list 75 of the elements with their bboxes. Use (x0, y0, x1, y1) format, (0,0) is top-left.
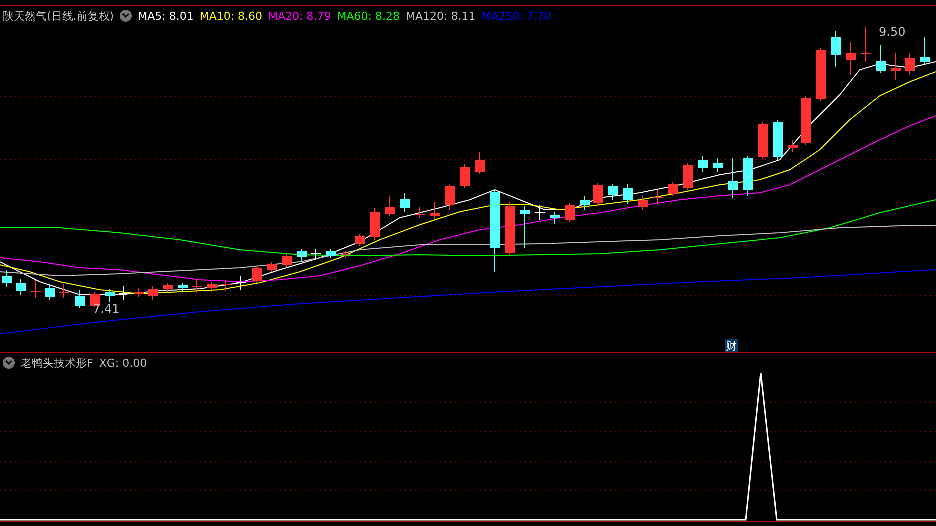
indicator-value: MA250: 7.70 (482, 10, 552, 22)
candle (148, 286, 158, 300)
chevron-icon[interactable] (3, 357, 15, 369)
candle (801, 96, 811, 146)
candle (2, 270, 12, 288)
candle (816, 48, 826, 102)
candle (475, 152, 485, 174)
candle (728, 158, 738, 198)
candle (75, 290, 85, 308)
candle (236, 276, 246, 290)
indicator-title: 老鸭头技术形F (21, 356, 94, 370)
candle (758, 122, 768, 160)
candle (45, 284, 55, 300)
candle (846, 42, 856, 76)
candle (267, 262, 277, 272)
candle (623, 184, 633, 204)
candle (773, 120, 783, 160)
candle (788, 140, 798, 152)
candle (920, 36, 930, 64)
candle (355, 234, 365, 246)
candle (608, 184, 618, 200)
indicator-value: MA5: 8.01 (138, 10, 194, 22)
candle (698, 156, 708, 172)
candle (891, 52, 901, 80)
candle (743, 156, 753, 196)
chevron-icon[interactable] (120, 10, 132, 22)
indicator-value: MA120: 8.11 (406, 10, 476, 22)
candle (221, 280, 231, 292)
candle (415, 206, 425, 218)
candle (134, 288, 144, 298)
candle (535, 204, 545, 220)
candle (683, 162, 693, 190)
candle (905, 52, 915, 76)
candle (385, 196, 395, 216)
candle (178, 282, 188, 292)
candle (831, 30, 841, 68)
candle (31, 280, 41, 298)
candle (252, 266, 262, 284)
price-label: 7.41 (93, 302, 120, 316)
indicator-value: MA60: 8.28 (337, 10, 400, 22)
candle (326, 248, 336, 258)
candle (638, 196, 648, 210)
price-label: 9.50 (879, 26, 906, 39)
indicator-value: MA20: 8.79 (268, 10, 332, 22)
candle (59, 284, 69, 298)
candle (565, 202, 575, 222)
indicator-value: MA10: 8.60 (200, 10, 263, 22)
candle (520, 206, 530, 248)
candle (593, 182, 603, 206)
candle (876, 44, 886, 74)
indicator-value: XG: 0.00 (99, 356, 148, 370)
candle (119, 286, 129, 300)
candle (653, 190, 663, 204)
candle (445, 184, 455, 210)
candle (400, 192, 410, 212)
candle (580, 196, 590, 210)
candle (297, 248, 307, 262)
badge[interactable]: 财 (725, 339, 738, 352)
candle (550, 212, 560, 224)
candle (192, 278, 202, 294)
candle (713, 158, 723, 172)
candle (207, 282, 217, 292)
chart-title: 陕天然气(日线.前复权) (3, 8, 114, 24)
candle (460, 164, 470, 188)
candle (861, 26, 871, 62)
candle (430, 202, 440, 220)
candle (16, 278, 26, 296)
candle (282, 254, 292, 268)
candle (105, 288, 115, 302)
candle (505, 202, 515, 256)
candle (311, 248, 321, 260)
candle (668, 182, 678, 196)
candle (370, 208, 380, 240)
candle (341, 250, 351, 258)
candle (163, 282, 173, 292)
